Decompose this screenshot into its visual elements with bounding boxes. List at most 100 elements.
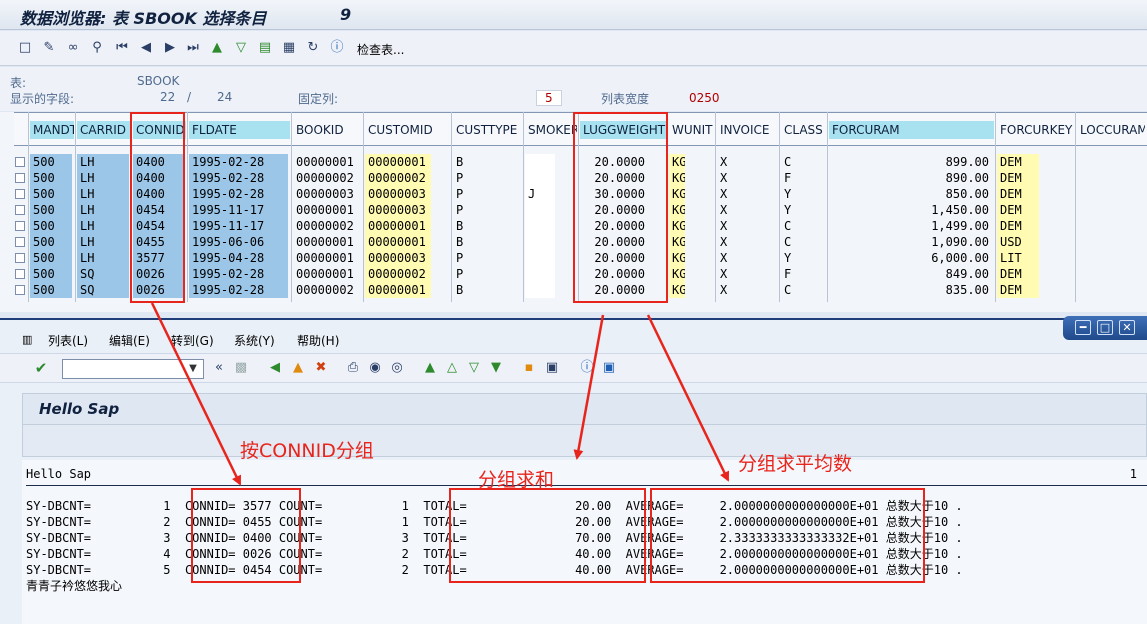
find-icon[interactable]: ⚲	[88, 39, 106, 57]
last-page-icon[interactable]: ⏭	[184, 39, 202, 57]
cancel-icon[interactable]: ✖	[312, 359, 330, 377]
find-binoculars-icon[interactable]: ◉	[366, 359, 384, 377]
column-header-forcuram[interactable]: FORCURAM	[829, 121, 994, 139]
column-separator	[291, 112, 292, 302]
close-icon[interactable]: ✕	[1119, 320, 1135, 335]
report-heading-text: Hello Sap	[26, 467, 92, 481]
report-average-highlight	[650, 488, 925, 583]
column-header-fldate[interactable]: FLDATE	[189, 121, 290, 139]
chevron-down-icon[interactable]: ▼	[184, 360, 202, 378]
fields-separator: /	[187, 90, 192, 104]
column-separator	[451, 112, 452, 302]
collapse-icon[interactable]: «	[210, 359, 228, 377]
menu-system[interactable]: 系统(Y)	[234, 332, 275, 349]
menu-window-icon[interactable]: ▥	[22, 333, 32, 346]
row-selector[interactable]	[15, 173, 25, 183]
check-table-button[interactable]: 检查表...	[357, 41, 404, 58]
cell-mandt: 500	[30, 202, 72, 218]
heading-underline	[26, 485, 1147, 486]
cell-smoker	[525, 282, 555, 298]
cell-class: Y	[784, 203, 792, 217]
column-header-custtype[interactable]: CUSTTYPE	[453, 121, 522, 139]
next-page-icon[interactable]: ▶	[161, 39, 179, 57]
cell-wunit: KG	[669, 218, 685, 234]
glasses-display-icon[interactable]: ∞	[64, 39, 82, 57]
row-selector[interactable]	[15, 221, 25, 231]
edit-pencil-icon[interactable]: ✎	[40, 39, 58, 57]
new-document-icon[interactable]: □	[16, 39, 34, 57]
previous-page-icon[interactable]: ◀	[137, 39, 155, 57]
window-title: 数据浏览器: 表 SBOOK 选择条目	[20, 9, 267, 28]
print-list-icon[interactable]: ▦	[280, 39, 298, 57]
next-page-icon-2[interactable]: ▽	[465, 359, 483, 377]
cell-forcuram: 890.00	[945, 171, 989, 185]
column-header-invoice[interactable]: INVOICE	[717, 121, 778, 139]
last-page-icon-2[interactable]: ▼	[487, 359, 505, 377]
cell-custtype: P	[456, 171, 464, 185]
row-selector[interactable]	[15, 253, 25, 263]
cell-invoice: X	[720, 235, 728, 249]
column-header-smoker[interactable]: SMOKER	[525, 121, 577, 139]
column-header-mandt[interactable]: MANDT	[30, 121, 74, 139]
back-icon[interactable]: ◀	[266, 359, 284, 377]
cell-class: C	[784, 155, 792, 169]
row-selector[interactable]	[15, 285, 25, 295]
sort-ascending-icon[interactable]: ▲	[208, 39, 226, 57]
cell-class: F	[784, 171, 792, 185]
fixed-columns-label: 固定列:	[298, 92, 339, 106]
menu-help[interactable]: 帮助(H)	[297, 332, 339, 349]
cell-mandt: 500	[30, 266, 72, 282]
customize-layout-icon[interactable]: ▣	[600, 359, 618, 377]
cell-forcuram: 835.00	[945, 283, 989, 297]
cell-forcuram: 1,499.00	[931, 219, 989, 233]
menu-goto[interactable]: 转到(G)	[171, 332, 214, 349]
cell-invoice: X	[720, 187, 728, 201]
cell-smoker	[525, 234, 555, 250]
row-selector[interactable]	[15, 157, 25, 167]
menu-list[interactable]: 列表(L)	[48, 332, 88, 349]
export-list-icon[interactable]: ▤	[256, 39, 274, 57]
shortcut-icon[interactable]: ▣	[543, 359, 561, 377]
info-icon[interactable]: ⓘ	[328, 39, 346, 57]
cell-fldate: 1995-02-28	[189, 282, 288, 298]
cell-custtype: P	[456, 267, 464, 281]
find-next-icon[interactable]: ◎	[388, 359, 406, 377]
cell-bookid: 00000001	[296, 251, 354, 265]
cell-wunit: KG	[669, 250, 685, 266]
column-header-wunit[interactable]: WUNIT	[669, 121, 714, 139]
cell-customid: 00000003	[365, 250, 431, 266]
column-header-customid[interactable]: CUSTOMID	[365, 121, 450, 139]
column-header-forcurkey[interactable]: FORCURKEY	[997, 121, 1074, 139]
row-selector[interactable]	[15, 205, 25, 215]
print-icon[interactable]: ⎙	[344, 359, 362, 377]
command-field[interactable]	[62, 359, 204, 379]
enter-check-icon[interactable]: ✔	[32, 359, 50, 377]
help-icon[interactable]: ⓘ	[578, 359, 596, 377]
cell-mandt: 500	[30, 186, 72, 202]
first-page-icon[interactable]: ⏮	[113, 39, 131, 57]
refresh-icon[interactable]: ↻	[304, 39, 322, 57]
minimize-icon[interactable]: ━	[1075, 320, 1091, 335]
filter-icon[interactable]: ▽	[232, 39, 250, 57]
row-selector[interactable]	[15, 237, 25, 247]
column-header-loccuram[interactable]: LOCCURAM	[1077, 121, 1145, 139]
cell-customid: 00000001	[365, 234, 431, 250]
column-header-bookid[interactable]: BOOKID	[293, 121, 362, 139]
new-session-icon[interactable]: ▪	[520, 359, 538, 377]
first-page-icon-2[interactable]: ▲	[421, 359, 439, 377]
cell-forcurkey: USD	[997, 234, 1039, 250]
exit-icon[interactable]: ▲	[289, 359, 307, 377]
row-selector[interactable]	[15, 189, 25, 199]
column-header-carrid[interactable]: CARRID	[77, 121, 131, 139]
cell-invoice: X	[720, 203, 728, 217]
cell-bookid: 00000002	[296, 283, 354, 297]
previous-page-icon-2[interactable]: △	[443, 359, 461, 377]
menu-edit[interactable]: 编辑(E)	[109, 332, 150, 349]
maximize-icon[interactable]: □	[1097, 320, 1113, 335]
cell-customid: 00000003	[365, 202, 431, 218]
cell-forcuram: 899.00	[945, 155, 989, 169]
save-icon[interactable]: ▩	[232, 359, 250, 377]
row-selector[interactable]	[15, 269, 25, 279]
column-header-class[interactable]: CLASS	[781, 121, 826, 139]
cell-class: C	[784, 283, 792, 297]
